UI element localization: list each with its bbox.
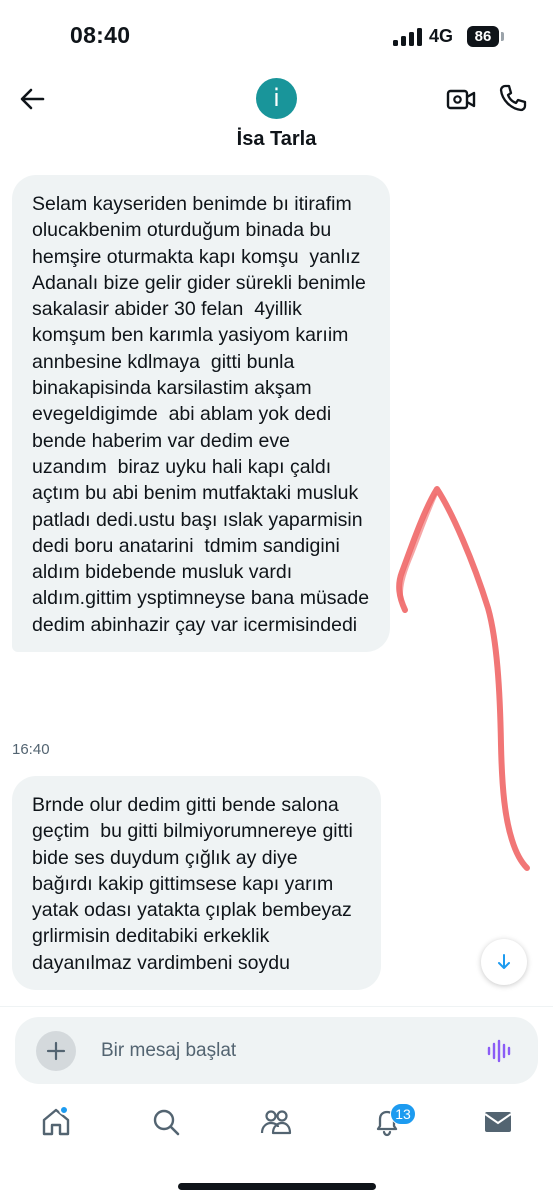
voice-wave-icon	[487, 1039, 511, 1063]
battery-tip	[501, 32, 504, 41]
nav-communities[interactable]	[259, 1105, 293, 1139]
communities-icon	[260, 1110, 292, 1135]
new-posts-dot	[59, 1105, 69, 1115]
video-call-button[interactable]	[446, 84, 476, 114]
nav-search[interactable]	[149, 1105, 183, 1139]
battery-icon: 86	[467, 26, 499, 47]
signal-icon	[393, 28, 423, 46]
search-icon	[153, 1109, 180, 1136]
status-bar: 08:40 4G 86	[0, 0, 553, 70]
notification-badge: 13	[390, 1103, 416, 1125]
composer-bar	[0, 1006, 553, 1090]
plus-icon	[46, 1041, 66, 1061]
envelope-icon	[484, 1112, 512, 1132]
home-indicator	[178, 1183, 376, 1190]
message-bubble[interactable]: Selam kayseriden benimde bı itirafim olu…	[12, 175, 390, 653]
message-bubble[interactable]: Brnde olur dedim gitti bende salona geçt…	[12, 776, 381, 991]
arrow-left-icon	[20, 88, 45, 110]
nav-messages[interactable]	[481, 1105, 515, 1139]
avatar[interactable]: i	[256, 78, 297, 119]
arrow-down-icon	[498, 954, 510, 969]
video-camera-icon	[446, 89, 476, 110]
conversation-header: i İsa Tarla	[0, 70, 553, 160]
add-media-button[interactable]	[36, 1031, 76, 1071]
scroll-to-bottom-button[interactable]	[481, 939, 527, 985]
back-button[interactable]	[16, 82, 50, 116]
composer	[15, 1017, 538, 1084]
voice-message-button[interactable]	[486, 1039, 514, 1063]
network-label: 4G	[429, 26, 454, 46]
message-input[interactable]	[101, 1038, 441, 1064]
phone-icon	[499, 84, 527, 112]
status-time: 08:40	[70, 22, 131, 48]
message-timestamp: 16:40	[12, 741, 50, 758]
voice-call-button[interactable]	[497, 82, 529, 114]
message-list[interactable]: Selam kayseriden benimde bı itirafim olu…	[0, 160, 553, 1006]
contact-name[interactable]: İsa Tarla	[0, 128, 553, 151]
